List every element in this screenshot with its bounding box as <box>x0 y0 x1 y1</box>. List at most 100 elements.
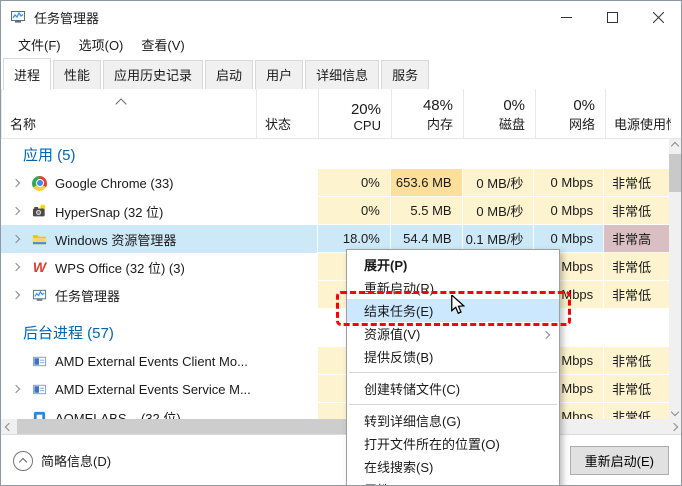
process-list: 应用 (5)Google Chrome (33)0%653.6 MB0 MB/秒… <box>1 139 669 419</box>
process-name-cell: HyperSnap (32 位) <box>1 197 255 225</box>
process-name: AMD External Events Client Mo... <box>55 354 248 369</box>
menubar-item-file[interactable]: 文件(F) <box>9 33 70 56</box>
wps-icon: W <box>31 259 48 275</box>
status-cell <box>255 225 317 253</box>
menu-item-label: 展开(P) <box>364 255 407 274</box>
restart-button[interactable]: 重新启动(E) <box>570 446 669 475</box>
menu-item-properties[interactable]: 属性(I) <box>347 478 559 486</box>
column-header-network[interactable]: 0%网络 <box>535 89 605 138</box>
column-header-status[interactable]: 状态 <box>256 89 318 138</box>
menu-item-create-dump-file[interactable]: 创建转储文件(C) <box>347 377 559 400</box>
process-name-cell: AMD External Events Service M... <box>1 375 255 403</box>
status-cell <box>255 169 317 197</box>
expand-slot <box>13 264 31 270</box>
scroll-down-icon[interactable] <box>669 405 681 419</box>
metric-cell: 0 MB/秒 <box>462 197 534 225</box>
expand-chevron-icon[interactable] <box>12 385 20 393</box>
process-row[interactable]: Windows 资源管理器18.0%54.4 MB0.1 MB/秒0 Mbps非… <box>1 225 669 253</box>
tab-services[interactable]: 服务 <box>381 60 429 89</box>
vertical-scrollbar[interactable] <box>669 139 681 419</box>
status-cell <box>255 197 317 225</box>
column-header-disk[interactable]: 0%磁盘 <box>463 89 535 138</box>
metric-cell: 0 MB/秒 <box>462 169 534 197</box>
power-usage-cell: 非常低 <box>603 375 669 403</box>
menu-item-label: 打开文件所在的位置(O) <box>364 434 500 453</box>
column-header-cpu[interactable]: 20%CPU <box>318 89 391 138</box>
process-name-cell: AMD External Events Client Mo... <box>1 347 255 375</box>
menu-item-search-online[interactable]: 在线搜索(S) <box>347 455 559 478</box>
explorer-icon <box>31 231 48 247</box>
close-button[interactable] <box>635 1 681 33</box>
process-name: AOMELABS... (32 位) <box>55 408 181 420</box>
minimize-button[interactable] <box>543 1 589 33</box>
menu-item-label: 在线搜索(S) <box>364 457 433 476</box>
metric-cell: 0% <box>317 197 390 225</box>
expand-slot <box>13 208 31 214</box>
power-usage-cell: 非常低 <box>603 197 669 225</box>
column-header-power[interactable]: 电源使用情况 <box>605 89 671 138</box>
menu-item-label: 资源值(V) <box>364 324 420 343</box>
process-row[interactable]: Google Chrome (33)0%653.6 MB0 MB/秒0 Mbps… <box>1 169 669 197</box>
metric-cell: 5.5 MB <box>390 197 462 225</box>
menu-item-label: 转到详细信息(G) <box>364 411 461 430</box>
aomei-icon <box>31 409 48 419</box>
tab-processes[interactable]: 进程 <box>3 58 51 90</box>
fewer-details-label: 简略信息(D) <box>41 451 111 470</box>
menubar-item-options[interactable]: 选项(O) <box>70 33 133 56</box>
scroll-left-icon[interactable] <box>1 419 16 434</box>
menu-separator <box>349 372 557 373</box>
menu-separator <box>349 404 557 405</box>
tab-performance[interactable]: 性能 <box>53 60 101 89</box>
expand-slot <box>13 180 31 186</box>
menu-item-label: 属性(I) <box>364 480 402 486</box>
menu-item-expand[interactable]: 展开(P) <box>347 253 559 276</box>
scroll-right-icon[interactable] <box>666 419 681 434</box>
metric-cell: 653.6 MB <box>390 169 462 197</box>
power-usage-cell: 非常低 <box>603 281 669 309</box>
expand-chevron-icon[interactable] <box>12 207 20 215</box>
mouse-cursor <box>449 295 467 318</box>
group-header-row[interactable]: 应用 (5) <box>1 139 669 169</box>
process-row[interactable]: WWPS Office (32 位) (3)0 Mbps非常低 <box>1 253 669 281</box>
vertical-scrollbar-thumb[interactable] <box>669 154 681 192</box>
power-usage-cell: 非常低 <box>603 347 669 375</box>
expand-slot <box>13 236 31 242</box>
process-name: HyperSnap (32 位) <box>55 202 163 221</box>
menu-item-label: 提供反馈(B) <box>364 347 433 366</box>
tab-users[interactable]: 用户 <box>255 60 303 89</box>
process-row[interactable]: AMD External Events Service M...0 Mbps非常… <box>1 375 669 403</box>
process-row[interactable]: HyperSnap (32 位)0%5.5 MB0 MB/秒0 Mbps非常低 <box>1 197 669 225</box>
column-header-row: 名称 状态 20%CPU 48%内存 0%磁盘 0%网络 电源使用情况 <box>1 89 681 139</box>
process-name: Windows 资源管理器 <box>55 230 176 249</box>
status-cell <box>255 253 317 281</box>
menu-item-provide-feedback[interactable]: 提供反馈(B) <box>347 345 559 368</box>
process-row[interactable]: AMD External Events Client Mo...0 Mbps非常… <box>1 347 669 375</box>
column-header-memory[interactable]: 48%内存 <box>391 89 463 138</box>
process-name-cell: AOMELABS... (32 位) <box>1 403 255 419</box>
menu-item-open-file-location[interactable]: 打开文件所在的位置(O) <box>347 432 559 455</box>
sort-ascending-icon <box>117 96 125 111</box>
fewer-details-toggle[interactable]: 简略信息(D) <box>13 451 111 471</box>
expand-chevron-icon[interactable] <box>12 235 20 243</box>
power-usage-cell: 非常低 <box>603 169 669 197</box>
chrome-icon <box>31 175 48 191</box>
title-bar: 任务管理器 <box>1 1 681 33</box>
status-cell <box>255 375 317 403</box>
column-header-name[interactable]: 名称 <box>1 89 256 138</box>
expand-chevron-icon[interactable] <box>12 179 20 187</box>
scroll-up-icon[interactable] <box>669 139 681 153</box>
expand-chevron-icon[interactable] <box>12 263 20 271</box>
process-name: 任务管理器 <box>55 286 120 305</box>
tab-startup[interactable]: 启动 <box>205 60 253 89</box>
maximize-button[interactable] <box>589 1 635 33</box>
horizontal-scrollbar[interactable] <box>1 419 681 434</box>
tab-details[interactable]: 详细信息 <box>305 60 379 89</box>
process-name-cell: Google Chrome (33) <box>1 169 255 197</box>
group-name: 后台进程 (57) <box>1 322 255 347</box>
group-name: 应用 (5) <box>1 144 255 169</box>
expand-chevron-icon[interactable] <box>12 291 20 299</box>
tab-app-history[interactable]: 应用历史记录 <box>103 60 203 89</box>
menubar-item-view[interactable]: 查看(V) <box>132 33 193 56</box>
process-row[interactable]: AOMELABS... (32 位)0 Mbps非常低 <box>1 403 669 419</box>
menu-item-go-to-details[interactable]: 转到详细信息(G) <box>347 409 559 432</box>
